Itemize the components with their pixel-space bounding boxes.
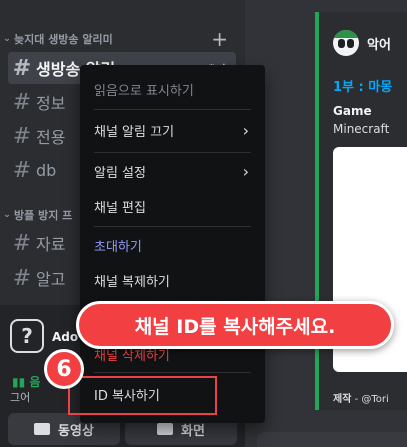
screen-icon bbox=[157, 423, 174, 435]
channel-label: 전용 bbox=[36, 128, 66, 147]
embed-footer: 제작 - @Tori bbox=[333, 394, 389, 405]
embed-field-value: Minecraft bbox=[333, 122, 390, 136]
chevron-right-icon: › bbox=[242, 120, 249, 140]
embed-title-link[interactable]: 1부 : 마몽 bbox=[333, 76, 392, 95]
instruction-banner: 채널 ID를 복사해주세요. bbox=[76, 301, 394, 349]
channel-label: 자료 bbox=[36, 235, 66, 254]
channel-label: 알고 bbox=[36, 270, 66, 289]
voice-channel-name: 그어 bbox=[10, 391, 31, 404]
menu-item-mark-read[interactable]: 읽음으로 표시하기 bbox=[88, 73, 257, 105]
menu-item-mute-channel[interactable]: 채널 알림 끄기 › bbox=[88, 114, 257, 146]
menu-divider bbox=[94, 372, 251, 373]
voice-connected-status: ▮▮ 음 bbox=[12, 375, 41, 389]
channel-context-menu: 읽음으로 표시하기 채널 알림 끄기 › 알림 설정 › 채널 편집 초대하기 … bbox=[80, 65, 265, 423]
category-label: 늦지대 생방송 알리미 bbox=[14, 33, 113, 46]
bot-name[interactable]: 악어 bbox=[367, 34, 391, 53]
category-label: 방플 방지 프 bbox=[14, 209, 73, 222]
copy-id-highlight bbox=[68, 376, 217, 415]
text-channel-icon: # bbox=[12, 265, 32, 291]
bot-avatar[interactable] bbox=[333, 30, 359, 56]
text-channel-icon: # bbox=[12, 123, 32, 149]
camera-icon bbox=[34, 423, 51, 435]
text-channel-icon: # bbox=[12, 55, 32, 81]
menu-item-invite[interactable]: 초대하기 bbox=[88, 229, 257, 261]
text-channel-icon: # bbox=[12, 157, 32, 183]
chevron-down-icon: ⌄ bbox=[3, 210, 11, 220]
menu-item-clone-channel[interactable]: 채널 복제하기 bbox=[88, 264, 257, 296]
message-embed: 악어 1부 : 마몽 Game Minecraft 제작 - @Tori bbox=[315, 12, 407, 410]
avatar[interactable]: ? bbox=[10, 319, 44, 353]
chevron-right-icon: › bbox=[242, 161, 249, 181]
channel-label: db bbox=[36, 160, 57, 180]
menu-divider bbox=[94, 226, 251, 227]
menu-item-notification-settings[interactable]: 알림 설정 › bbox=[88, 155, 257, 187]
text-channel-icon: # bbox=[12, 230, 32, 256]
menu-divider bbox=[94, 152, 251, 153]
menu-item-edit-channel[interactable]: 채널 편집 bbox=[88, 190, 257, 222]
embed-field-name: Game bbox=[333, 104, 372, 118]
message-input-edge[interactable] bbox=[257, 432, 407, 447]
signal-icon: ▮▮ bbox=[12, 375, 26, 389]
text-channel-icon: # bbox=[12, 89, 32, 115]
category-header-alerts[interactable]: ⌄ 늦지대 생방송 알리미 + bbox=[0, 27, 238, 51]
message-area: 악어 1부 : 마몽 Game Minecraft 제작 - @Tori bbox=[245, 0, 407, 447]
chevron-down-icon: ⌄ bbox=[3, 34, 11, 44]
menu-divider bbox=[94, 109, 251, 110]
channel-label: 정보 bbox=[36, 94, 66, 113]
add-channel-icon[interactable]: + bbox=[211, 27, 228, 51]
username: Ado bbox=[52, 330, 79, 344]
step-number-badge: 6 bbox=[44, 349, 84, 389]
